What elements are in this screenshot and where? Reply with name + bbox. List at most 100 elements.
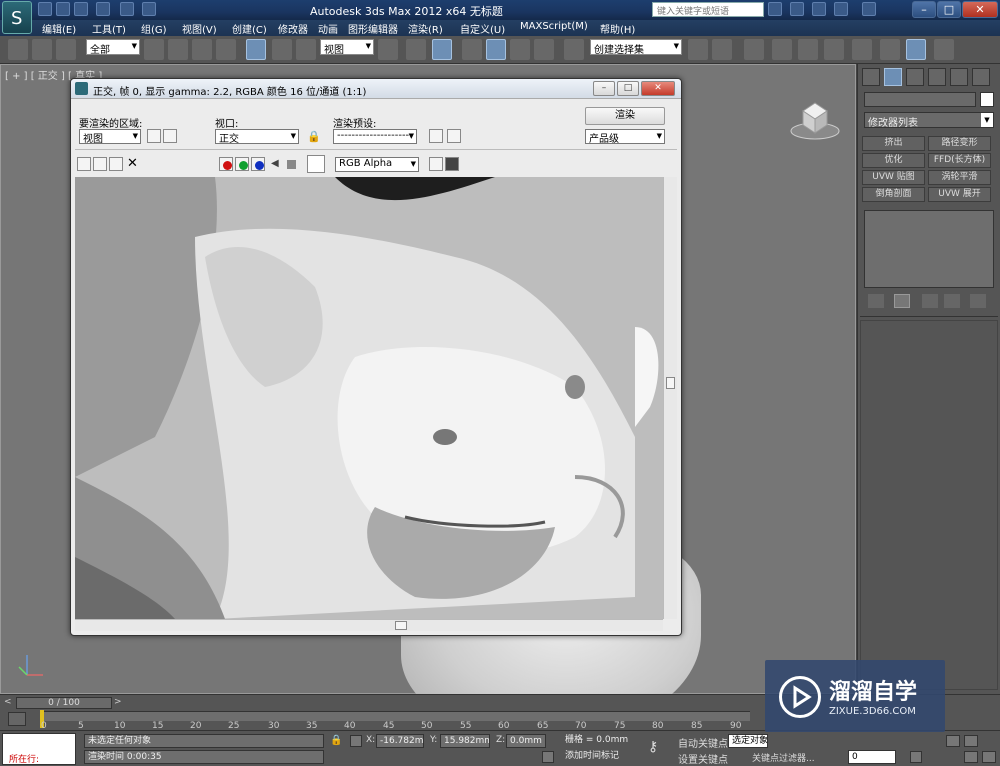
red-channel-toggle[interactable]: [219, 157, 233, 171]
auto-region-icon[interactable]: [163, 129, 177, 143]
maxscript-listener-mini[interactable]: 所在行:: [2, 733, 76, 765]
hierarchy-tab-icon[interactable]: [906, 68, 924, 86]
modifier-optimize-button[interactable]: 优化: [862, 153, 925, 168]
spinner-snap-icon[interactable]: [534, 39, 554, 60]
modifier-bevel-profile-button[interactable]: 倒角剖面: [862, 187, 925, 202]
edit-region-icon[interactable]: [147, 129, 161, 143]
maximize-button[interactable]: □: [937, 1, 961, 18]
edit-named-selection-icon[interactable]: [564, 39, 584, 60]
swatch-box[interactable]: [307, 155, 325, 173]
modifier-ffd-box-button[interactable]: FFD(长方体): [928, 153, 991, 168]
save-image-icon[interactable]: [77, 157, 91, 171]
remove-modifier-icon[interactable]: [944, 294, 960, 308]
menu-rendering[interactable]: 渲染(R): [408, 21, 443, 36]
lock-icon[interactable]: 🔒: [307, 130, 321, 143]
trackbar-icon[interactable]: [8, 712, 26, 726]
render-window-close[interactable]: ✕: [641, 81, 675, 96]
render-setup-icon[interactable]: [880, 39, 900, 60]
layer-manager-icon[interactable]: [744, 39, 764, 60]
named-selection-dropdown[interactable]: 创建选择集: [590, 39, 682, 56]
copy-image-icon[interactable]: [93, 157, 107, 171]
rendered-image[interactable]: [75, 177, 663, 619]
set-key-button[interactable]: 设置关键点: [678, 751, 728, 766]
key-mode-dropdown[interactable]: 选定对象: [728, 734, 768, 748]
help-icon[interactable]: [862, 2, 876, 16]
menu-edit[interactable]: 编辑(E): [42, 21, 76, 36]
render-vertical-scrollbar[interactable]: [663, 177, 677, 619]
y-coordinate-field[interactable]: 15.982mm: [440, 734, 490, 748]
menu-create[interactable]: 创建(C): [232, 21, 267, 36]
menu-group[interactable]: 组(G): [141, 21, 167, 36]
orbit-icon[interactable]: [982, 751, 996, 763]
search-icon[interactable]: [768, 2, 782, 16]
render-button[interactable]: 渲染: [585, 107, 665, 125]
open-file-icon[interactable]: [56, 2, 70, 16]
rotate-icon[interactable]: [272, 39, 292, 60]
toggle-ui-overlay-icon[interactable]: [429, 157, 443, 171]
unlink-icon[interactable]: [32, 39, 52, 60]
material-editor-icon[interactable]: [852, 39, 872, 60]
modifier-unwrap-uvw-button[interactable]: UVW 展开: [928, 187, 991, 202]
render-horizontal-scrollbar[interactable]: [75, 619, 663, 631]
search-input[interactable]: 键入关键字或短语: [652, 2, 764, 17]
menu-tools[interactable]: 工具(T): [92, 21, 126, 36]
select-by-name-icon[interactable]: [168, 39, 188, 60]
show-end-result-icon[interactable]: [894, 294, 910, 308]
key-icon[interactable]: ⚷: [648, 739, 658, 755]
time-tag-icon[interactable]: [542, 751, 554, 763]
object-color-swatch[interactable]: [980, 92, 994, 107]
horizontal-scroll-thumb[interactable]: [395, 621, 407, 630]
trackbar[interactable]: [40, 710, 750, 728]
current-frame-field[interactable]: 0: [848, 750, 896, 764]
keyboard-shortcut-override-icon[interactable]: [432, 39, 452, 60]
clear-icon[interactable]: ✕: [127, 156, 138, 171]
close-button[interactable]: ✕: [962, 1, 998, 18]
render-production-icon[interactable]: [934, 39, 954, 60]
menu-maxscript[interactable]: MAXScript(M): [520, 21, 588, 32]
pin-stack-icon[interactable]: [868, 294, 884, 308]
area-to-render-dropdown[interactable]: 视图: [79, 129, 141, 144]
display-tab-icon[interactable]: [950, 68, 968, 86]
modifier-turbosmooth-button[interactable]: 涡轮平滑: [928, 170, 991, 185]
rect-selection-icon[interactable]: [192, 39, 212, 60]
select-object-icon[interactable]: [144, 39, 164, 60]
snaps-toggle-icon[interactable]: [462, 39, 482, 60]
percent-snap-icon[interactable]: [510, 39, 530, 60]
make-unique-icon[interactable]: [922, 294, 938, 308]
graphite-ribbon-icon[interactable]: [772, 39, 792, 60]
zoom-all-icon[interactable]: [964, 735, 978, 747]
render-window-titlebar[interactable]: 正交, 帧 0, 显示 gamma: 2.2, RGBA 颜色 16 位/通道 …: [71, 79, 681, 99]
modifier-stack-list[interactable]: [864, 210, 994, 288]
pan-view-icon[interactable]: [964, 751, 978, 763]
object-name-field[interactable]: [864, 92, 976, 107]
selection-lock-icon[interactable]: 🔒: [330, 735, 342, 746]
favorites-icon[interactable]: [834, 2, 848, 16]
move-icon[interactable]: [246, 39, 266, 60]
utilities-tab-icon[interactable]: [972, 68, 990, 86]
modifier-extrude-button[interactable]: 挤出: [862, 136, 925, 151]
modify-tab-icon[interactable]: [884, 68, 902, 86]
create-tab-icon[interactable]: [862, 68, 880, 86]
configure-modifier-sets-icon[interactable]: [970, 294, 986, 308]
selection-filter-dropdown[interactable]: 全部: [86, 39, 140, 56]
motion-tab-icon[interactable]: [928, 68, 946, 86]
select-manipulate-icon[interactable]: [406, 39, 426, 60]
absolute-mode-icon[interactable]: [350, 735, 362, 747]
new-file-icon[interactable]: [38, 2, 52, 16]
angle-snap-icon[interactable]: [486, 39, 506, 60]
menu-views[interactable]: 视图(V): [182, 21, 217, 36]
vertical-scroll-thumb[interactable]: [666, 377, 675, 389]
schematic-view-icon[interactable]: [824, 39, 844, 60]
viewcube-icon[interactable]: [789, 93, 841, 141]
menu-animation[interactable]: 动画: [318, 21, 338, 36]
align-icon[interactable]: [712, 39, 732, 60]
viewport-dropdown[interactable]: 正交: [215, 129, 299, 144]
toggle-ui-icon[interactable]: [445, 157, 459, 171]
auto-key-button[interactable]: 自动关键点: [678, 735, 728, 750]
green-channel-toggle[interactable]: [235, 157, 249, 171]
display-channel-dropdown[interactable]: RGB Alpha: [335, 157, 419, 172]
scale-icon[interactable]: [296, 39, 316, 60]
window-crossing-icon[interactable]: [216, 39, 236, 60]
modifier-list-dropdown[interactable]: 修改器列表 ▼: [864, 112, 994, 129]
app-logo-icon[interactable]: S: [2, 1, 32, 34]
